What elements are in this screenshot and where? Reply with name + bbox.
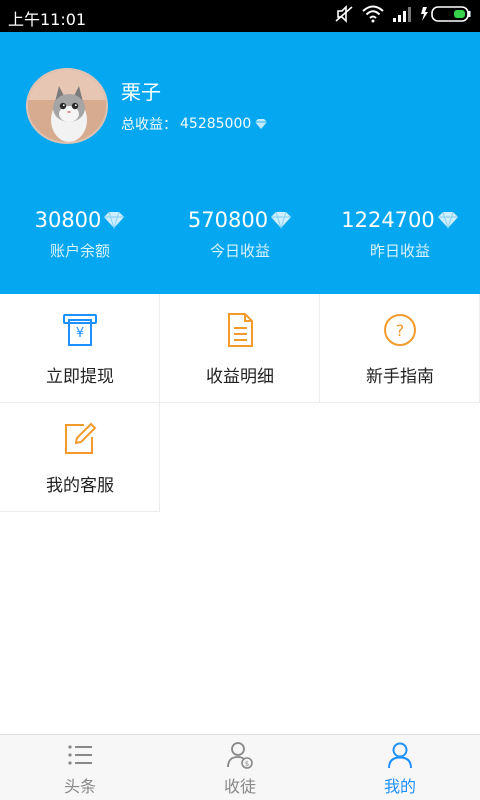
stat-value: 570800 — [187, 208, 269, 232]
menu-customer-service[interactable]: 我的客服 — [0, 403, 160, 512]
cat-avatar-image — [28, 70, 106, 142]
diamond-icon — [437, 211, 458, 229]
signal-icon — [393, 7, 411, 22]
diamond-icon — [271, 211, 292, 229]
user-coin-icon: $ — [227, 742, 253, 769]
menu-earnings-detail[interactable]: 收益明细 — [160, 294, 320, 403]
menu-label: 我的客服 — [46, 476, 114, 496]
menu-label: 立即提现 — [46, 367, 114, 387]
svg-text:¥: ¥ — [76, 326, 84, 341]
stat-label: 账户余额 — [49, 242, 110, 260]
document-icon — [228, 313, 253, 347]
wifi-icon — [362, 5, 384, 23]
stat-label: 今日收益 — [209, 242, 270, 260]
status-bar: 上午11:01 — [0, 0, 480, 32]
stat-value: 30800 — [34, 208, 102, 232]
atm-cash-icon: ¥ — [63, 314, 97, 346]
nav-label: 头条 — [63, 777, 96, 796]
stats-row: 30800 账户余额 570800 今日收益 1224700 昨日收益 — [0, 208, 480, 261]
status-time: 上午11:01 — [8, 10, 87, 29]
nav-label: 收徒 — [223, 777, 256, 796]
diamond-icon — [104, 211, 125, 229]
menu-label: 收益明细 — [206, 367, 274, 387]
stat-value: 1224700 — [341, 208, 435, 232]
stat-today[interactable]: 570800 今日收益 — [160, 208, 320, 261]
list-icon — [68, 745, 92, 765]
bottom-nav: 头条 $ 收徒 我的 — [0, 734, 480, 800]
total-earnings-value: 45285000 — [180, 116, 252, 132]
stat-label: 昨日收益 — [369, 242, 430, 260]
battery-charging-icon — [421, 6, 471, 22]
diamond-icon — [255, 119, 268, 129]
svg-text:?: ? — [396, 321, 405, 340]
user-name: 栗子 — [121, 80, 161, 104]
menu-withdraw[interactable]: ¥ 立即提现 — [0, 294, 160, 403]
user-icon — [388, 742, 412, 769]
nav-headlines[interactable]: 头条 — [0, 735, 160, 800]
nav-label: 我的 — [383, 777, 416, 796]
mute-icon — [335, 5, 353, 23]
total-earnings: 总收益： 45285000 — [121, 114, 268, 134]
svg-text:$: $ — [245, 760, 249, 768]
stat-balance[interactable]: 30800 账户余额 — [0, 208, 160, 261]
nav-apprentice[interactable]: $ 收徒 — [160, 735, 320, 800]
help-circle-icon: ? — [384, 314, 416, 346]
status-icons — [334, 5, 472, 23]
edit-note-icon — [65, 422, 97, 454]
stat-yesterday[interactable]: 1224700 昨日收益 — [320, 208, 480, 261]
nav-mine[interactable]: 我的 — [320, 735, 480, 800]
menu-beginner-guide[interactable]: ? 新手指南 — [320, 294, 480, 403]
menu-label: 新手指南 — [366, 367, 434, 387]
profile-header: 栗子 总收益： 45285000 30800 账户余额 570800 今日收益 … — [0, 32, 480, 294]
total-earnings-label: 总收益： — [121, 117, 177, 133]
avatar[interactable] — [26, 68, 108, 144]
